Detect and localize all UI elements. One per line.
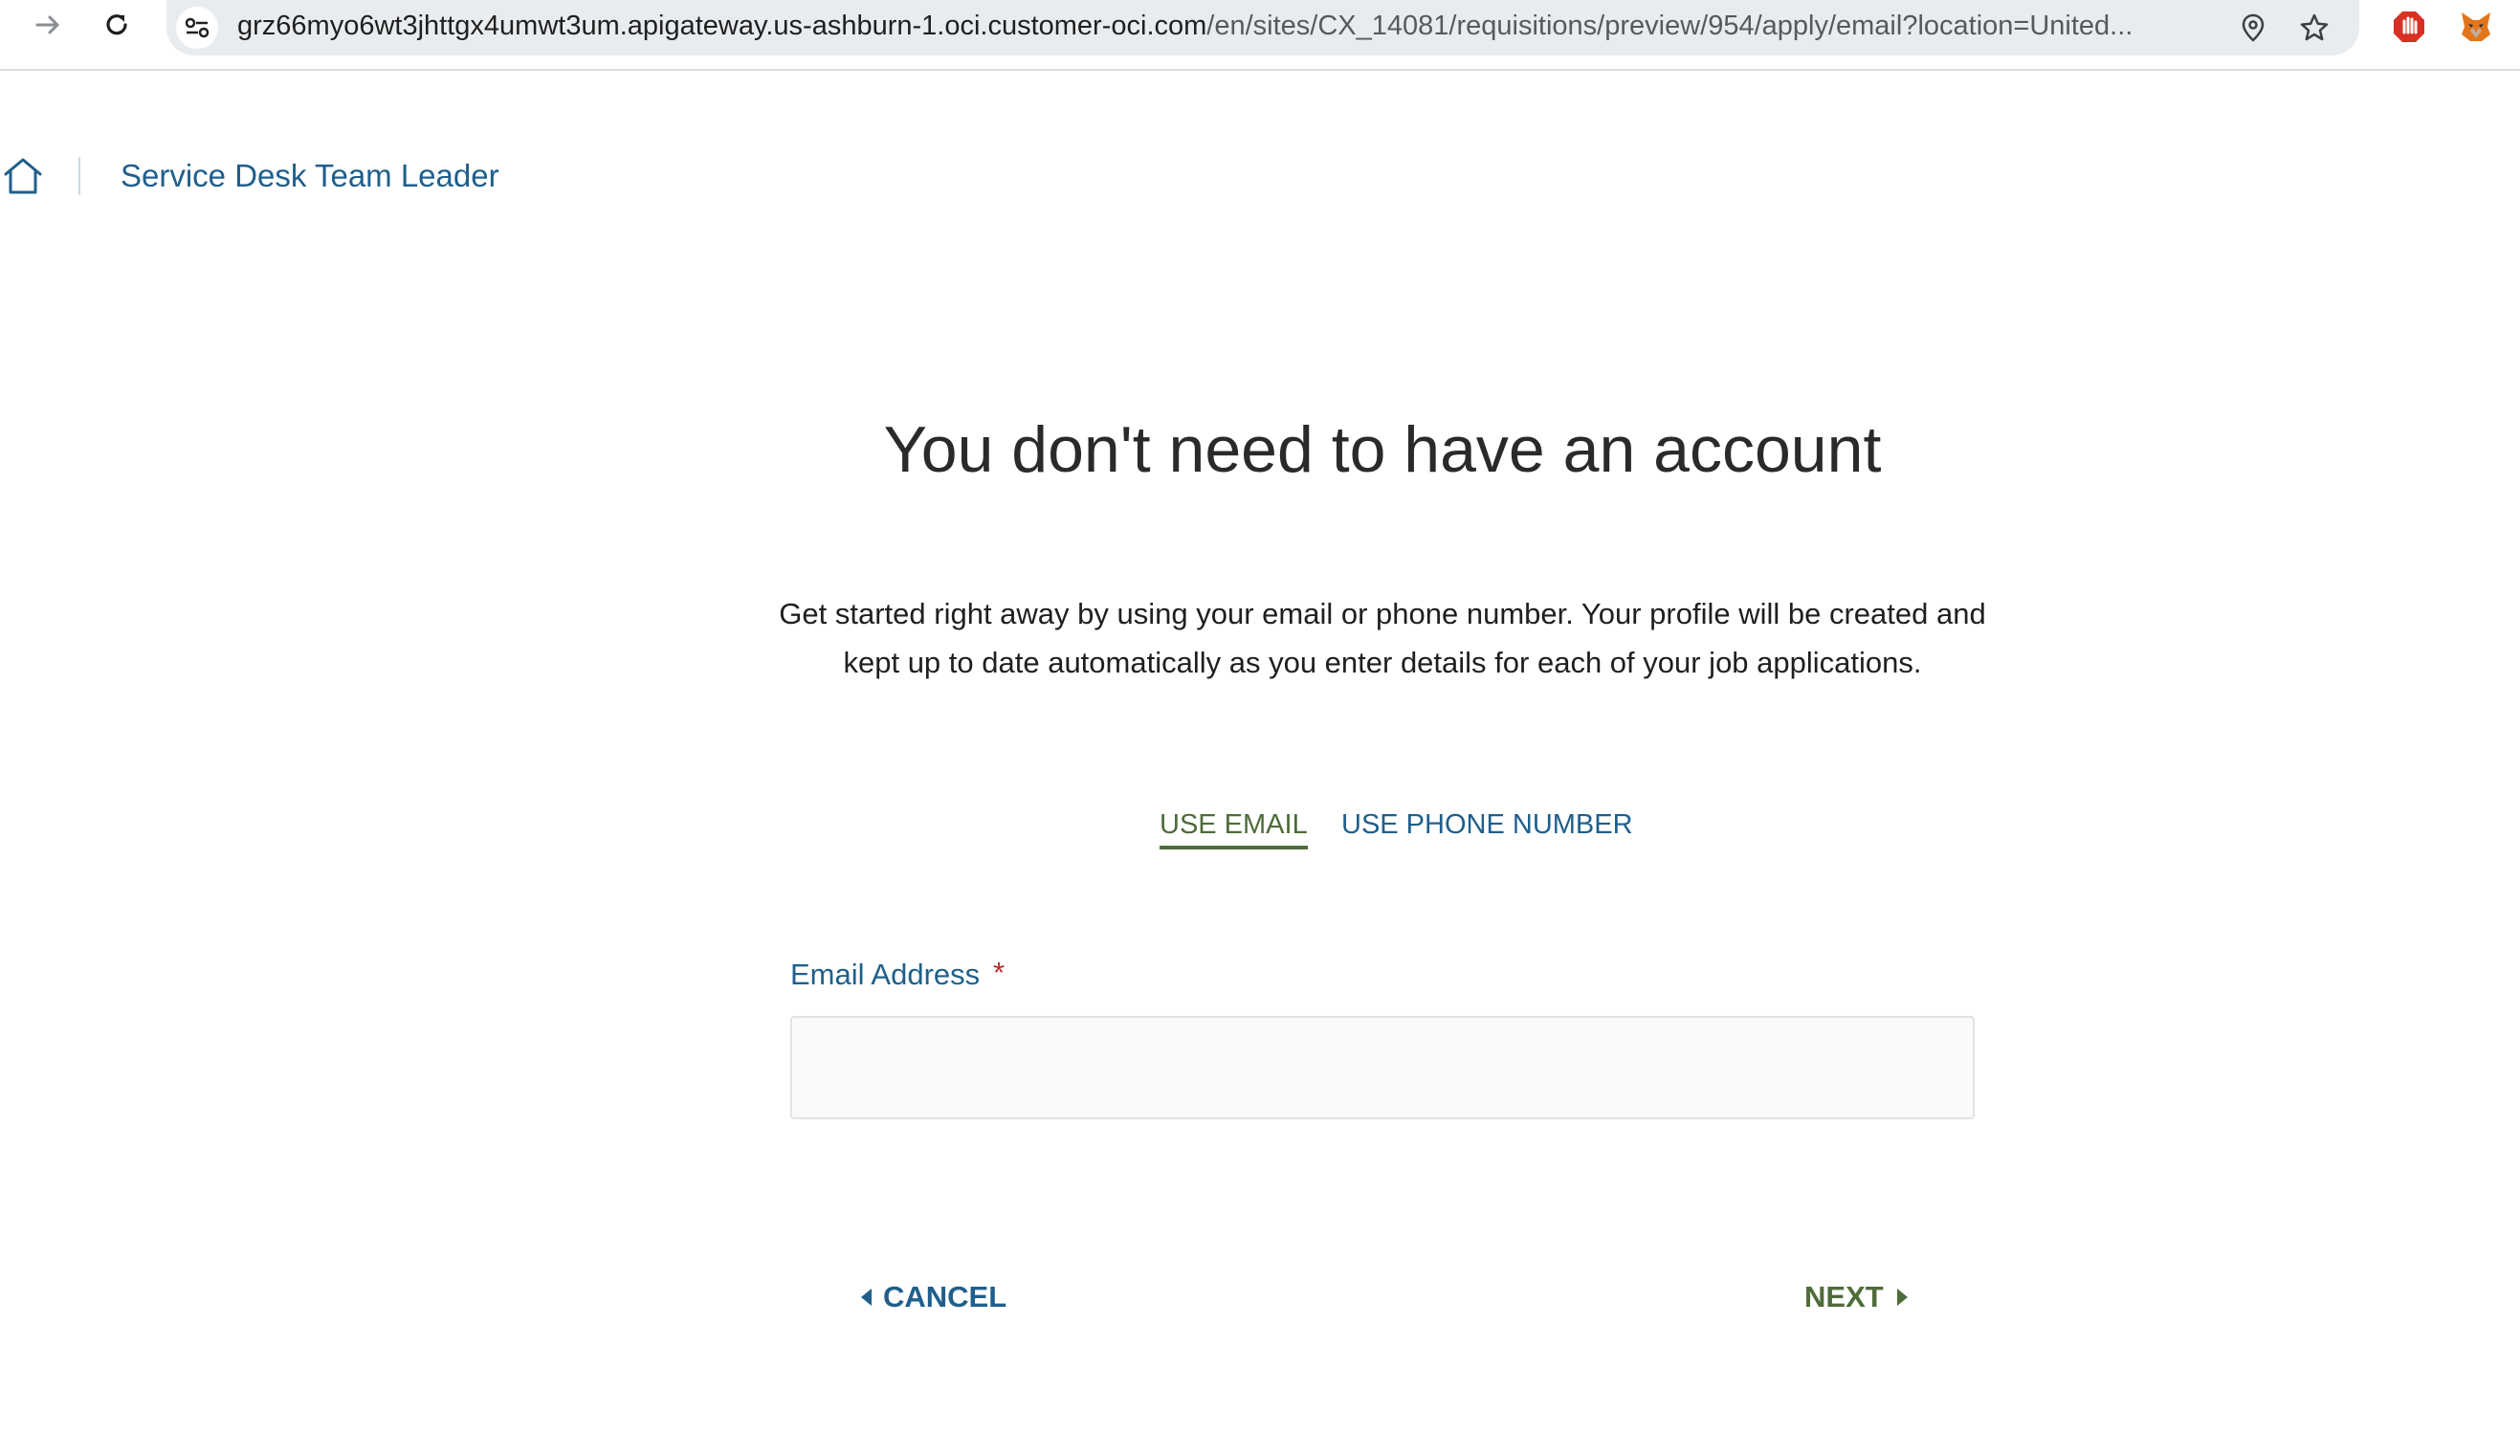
caret-left-icon (861, 1289, 872, 1306)
url-path: /en/sites/CX_14081/requisitions/preview/… (1206, 11, 2133, 41)
cancel-label: CANCEL (883, 1280, 1007, 1313)
intro-text: Get started right away by using your ema… (779, 597, 1986, 679)
reload-button[interactable] (88, 0, 145, 50)
site-info-button[interactable] (176, 7, 218, 49)
reload-icon (106, 14, 127, 35)
home-icon (4, 158, 42, 194)
url-host: grz66myo6wt3jhttgx4umwt3um.apigateway.us… (237, 11, 1207, 41)
tab-use-email[interactable]: USE EMAIL (1160, 805, 1308, 849)
next-label: NEXT (1804, 1280, 1884, 1313)
header-divider (78, 157, 80, 195)
email-address-input[interactable] (790, 1016, 1975, 1119)
home-link[interactable] (2, 155, 44, 197)
job-title-link[interactable]: Service Desk Team Leader (121, 157, 499, 195)
tab-use-phone-number[interactable]: USE PHONE NUMBER (1341, 805, 1633, 844)
adblock-extension-button[interactable] (2388, 6, 2430, 48)
star-icon (2300, 13, 2329, 41)
page-heading: You don't need to have an account (883, 413, 1882, 486)
metamask-extension-button[interactable] (2455, 6, 2497, 48)
stop-hand-icon (2394, 11, 2424, 42)
location-pin-icon (2242, 13, 2265, 42)
forward-arrow-icon (35, 15, 59, 34)
email-address-label: Email Address (790, 958, 981, 991)
caret-right-icon (1896, 1289, 1908, 1306)
cancel-button[interactable]: CANCEL (861, 1278, 1006, 1316)
bookmark-button[interactable] (2294, 8, 2334, 48)
forward-button[interactable] (19, 0, 77, 50)
address-bar[interactable]: grz66myo6wt3jhttgx4umwt3um.apigateway.us… (166, 0, 2359, 55)
next-button[interactable]: NEXT (1804, 1278, 1908, 1316)
required-marker: * (993, 956, 1006, 989)
location-button[interactable] (2233, 8, 2273, 48)
fox-icon (2462, 12, 2490, 41)
url-text[interactable]: grz66myo6wt3jhttgx4umwt3um.apigateway.us… (237, 10, 2227, 42)
tune-icon (185, 17, 210, 38)
browser-toolbar: grz66myo6wt3jhttgx4umwt3um.apigateway.us… (0, 0, 2520, 71)
